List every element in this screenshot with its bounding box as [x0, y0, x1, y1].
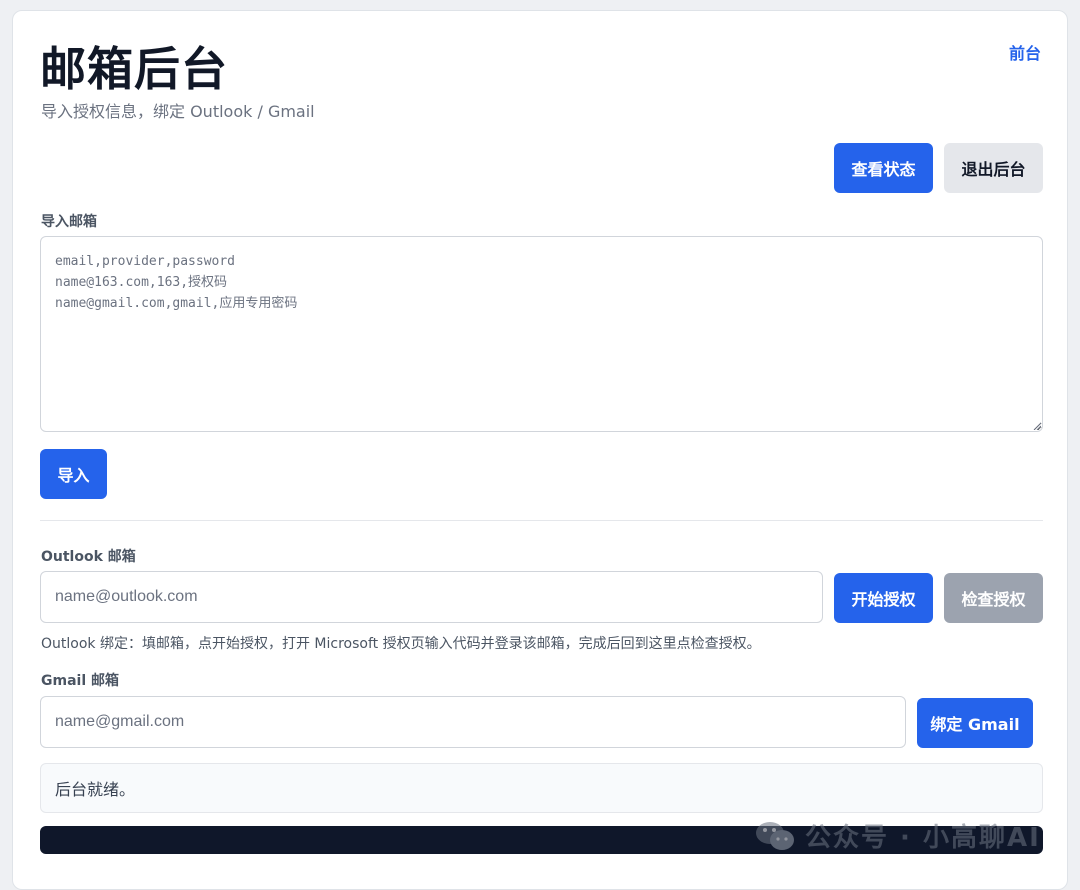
gmail-label: Gmail 邮箱 [41, 673, 119, 689]
outlook-label: Outlook 邮箱 [41, 549, 136, 565]
view-status-button[interactable]: 查看状态 [834, 143, 933, 193]
import-button[interactable]: 导入 [40, 449, 107, 499]
import-textarea[interactable] [40, 236, 1043, 432]
page-title: 邮箱后台 [40, 42, 228, 96]
status-text: 后台就绪。 [55, 780, 136, 799]
start-auth-button[interactable]: 开始授权 [834, 573, 933, 623]
front-link[interactable]: 前台 [1009, 40, 1041, 64]
logout-button[interactable]: 退出后台 [944, 143, 1043, 193]
outlook-hint: Outlook 绑定：填邮箱，点开始授权，打开 Microsoft 授权页输入代… [41, 636, 761, 652]
status-message: 后台就绪。 [40, 763, 1043, 813]
import-label: 导入邮箱 [41, 214, 97, 230]
admin-panel-card: 邮箱后台 导入授权信息，绑定 Outlook / Gmail 前台 查看状态 退… [12, 10, 1068, 890]
bind-gmail-button[interactable]: 绑定 Gmail [917, 698, 1033, 748]
section-divider [40, 520, 1043, 521]
log-output [40, 826, 1043, 854]
outlook-email-input[interactable] [40, 571, 823, 623]
check-auth-button[interactable]: 检查授权 [944, 573, 1043, 623]
gmail-email-input[interactable] [40, 696, 906, 748]
page-subtitle: 导入授权信息，绑定 Outlook / Gmail [41, 102, 315, 121]
